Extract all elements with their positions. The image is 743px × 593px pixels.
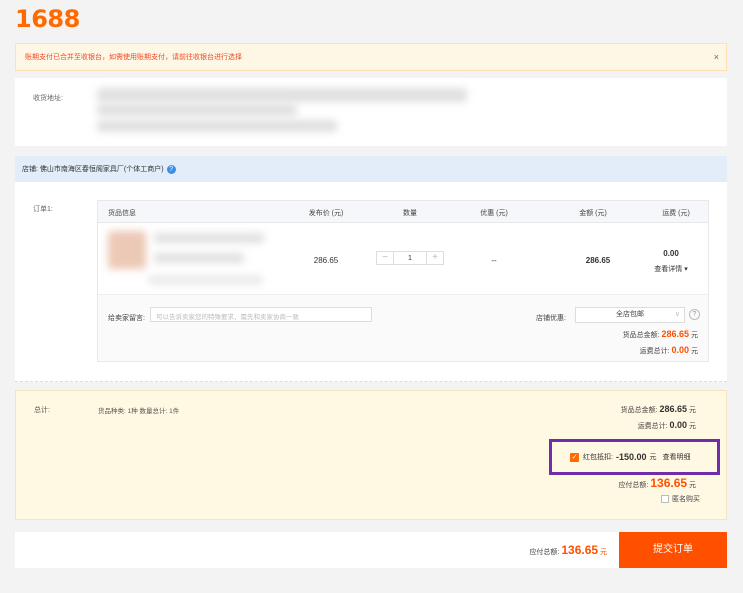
checkbox-checked-icon[interactable]: ✓ <box>570 452 579 462</box>
bottom-bar: 应付总额: 136.65 元 提交订单 <box>15 532 727 568</box>
logo[interactable]: 1688 <box>15 5 80 33</box>
blurred-product-spec <box>148 275 263 285</box>
row-shipping: 0.00 <box>663 249 679 258</box>
row-amount: 286.65 <box>585 256 611 265</box>
quantity-input[interactable] <box>393 252 427 264</box>
coupon-detail-link[interactable]: 查看明细 <box>662 452 690 462</box>
coupon-deduction-row[interactable]: ✓ 红包抵扣: -150.00 元 查看明细 <box>549 439 720 475</box>
summary-shipping-total: 运费总计: 0.00 元 <box>637 420 696 430</box>
address-label: 收货地址: <box>33 95 63 102</box>
shop-discount-label: 店铺优惠: <box>536 315 566 322</box>
info-icon[interactable]: ? <box>166 164 176 174</box>
col-amount: 金额 (元) <box>579 210 607 217</box>
checkbox[interactable] <box>661 495 669 503</box>
shop-discount-select[interactable]: 全店包邮 ∨ <box>575 307 685 323</box>
shop-discount-value: 全店包邮 <box>616 311 644 318</box>
col-discount: 优惠 (元) <box>480 210 508 217</box>
product-image[interactable] <box>108 231 146 269</box>
minus-button[interactable]: − <box>377 252 393 264</box>
coupon-value: -150.00 <box>615 452 647 462</box>
blurred-address <box>97 120 337 132</box>
plus-button[interactable]: + <box>427 252 443 264</box>
blurred-product-spec <box>154 253 244 263</box>
summary-meta: 货品种类: 1种 数量总计: 1件 <box>98 408 180 415</box>
help-icon[interactable]: ? <box>689 309 700 320</box>
notice-text: 账期支付已合并至收银台，如需使用账期支付，请前往收银台进行选择 <box>25 54 242 61</box>
address-panel[interactable]: 收货地址: <box>15 78 727 146</box>
summary-payable: 应付总额: 136.65 元 <box>618 476 696 490</box>
row-discount: -- <box>491 256 497 265</box>
message-label: 给卖家留言: <box>108 315 145 322</box>
notice-banner: 账期支付已合并至收银台，如需使用账期支付，请前往收银台进行选择 × <box>15 43 727 71</box>
order-goods-total: 货品总金额: 286.65 元 <box>622 329 698 339</box>
blurred-product-title <box>154 233 264 243</box>
row-price: 286.65 <box>313 256 339 265</box>
shop-name[interactable]: 店铺: 佛山市南海区春恒阁家具厂(个体工商户) <box>22 164 164 174</box>
blurred-address <box>97 104 297 116</box>
chevron-down-icon: ∨ <box>674 311 680 318</box>
submit-order-button[interactable]: 提交订单 <box>619 532 727 568</box>
coupon-label: 红包抵扣: <box>583 454 613 461</box>
close-icon[interactable]: × <box>714 52 719 62</box>
shipping-detail-link[interactable]: 查看详情 ▾ <box>654 264 687 274</box>
quantity-stepper[interactable]: − + <box>376 251 444 265</box>
coupon-unit: 元 <box>649 454 657 461</box>
col-shipping: 运费 (元) <box>662 210 690 217</box>
summary-goods-total: 货品总金额: 286.65 元 <box>620 404 696 414</box>
summary-panel: 总计: 货品种类: 1种 数量总计: 1件 货品总金额: 286.65 元 运费… <box>15 390 727 520</box>
col-goods: 货品信息 <box>108 210 136 217</box>
shop-header: 店铺: 佛山市南海区春恒阁家具厂(个体工商户) ? <box>15 156 727 182</box>
shop-section: 店铺: 佛山市南海区春恒阁家具厂(个体工商户) ? 订单1: 货品信息 发布价 … <box>15 156 727 382</box>
blurred-address <box>97 88 467 102</box>
order-box: 货品信息 发布价 (元) 数量 优惠 (元) 金额 (元) 运费 (元) 286… <box>97 200 709 362</box>
order-label: 订单1: <box>33 206 53 213</box>
table-row: 286.65 − + -- 286.65 0.00 查看详情 ▾ <box>98 223 708 295</box>
bottom-payable: 应付总额: 136.65 元 <box>529 543 607 557</box>
anonymous-label: 匿名购买 <box>672 496 700 503</box>
col-qty: 数量 <box>403 210 417 217</box>
col-price: 发布价 (元) <box>308 210 344 217</box>
order-table-header: 货品信息 发布价 (元) 数量 优惠 (元) 金额 (元) 运费 (元) <box>98 201 708 223</box>
order-shipping-total: 运费总计: 0.00 元 <box>639 345 698 355</box>
summary-label: 总计: <box>34 407 50 414</box>
message-input[interactable]: 可以告诉卖家您的特殊要求，需先和卖家协商一致 <box>150 307 372 322</box>
anonymous-purchase[interactable]: 匿名购买 <box>661 494 700 504</box>
